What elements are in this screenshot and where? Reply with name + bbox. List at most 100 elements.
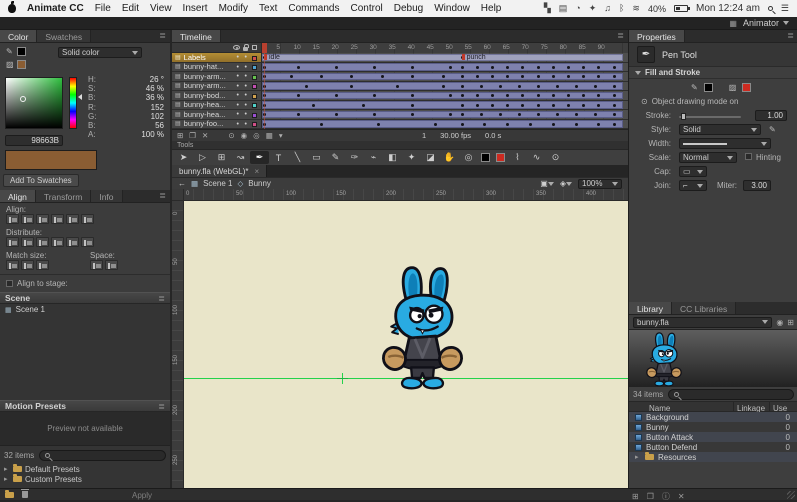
preset-folder-row[interactable]: ▸Custom Presets: [0, 474, 170, 484]
item-properties-button[interactable]: ⓘ: [662, 491, 670, 502]
text-tool[interactable]: T: [269, 151, 288, 164]
layer-row[interactable]: ▤bunny-hat...••: [172, 63, 628, 73]
layer-lock-dot[interactable]: •: [245, 73, 247, 80]
tab-swatches[interactable]: Swatches: [37, 30, 91, 42]
layer-frames[interactable]: idlepunch: [262, 53, 628, 62]
layer-outline-color[interactable]: [252, 56, 257, 61]
layer-row[interactable]: ▤bunny-hea...••: [172, 101, 628, 111]
add-to-swatches-button[interactable]: Add To Swatches: [3, 174, 79, 187]
column-divider[interactable]: [769, 402, 770, 411]
edit-symbols-button[interactable]: ◈: [560, 179, 572, 188]
line-tool[interactable]: ╲: [288, 151, 307, 164]
bunny-character[interactable]: [375, 265, 470, 392]
width-profile-select[interactable]: [679, 138, 771, 149]
pin-library-icon[interactable]: ◉: [776, 318, 783, 327]
hinting-checkbox[interactable]: [745, 153, 752, 160]
gradient-cursor[interactable]: [20, 96, 26, 102]
breadcrumb-scene[interactable]: Scene 1: [203, 179, 232, 188]
delete-layer-button[interactable]: ✕: [202, 131, 208, 140]
object-drawing-icon[interactable]: ⊙: [641, 97, 648, 106]
layer-row[interactable]: ▤Labels••idlepunch: [172, 53, 628, 63]
layer-outline-color[interactable]: [252, 113, 257, 118]
layer-frames[interactable]: [262, 72, 628, 81]
color-value-field[interactable]: 46 %: [146, 84, 164, 93]
layer-outline-color[interactable]: [252, 94, 257, 99]
scale-select[interactable]: Normal: [679, 152, 737, 163]
brush-tool[interactable]: ✑: [345, 151, 364, 164]
paint-bucket-tool[interactable]: ◧: [383, 151, 402, 164]
keyboard-icon[interactable]: ✦: [589, 3, 597, 14]
library-column-headers[interactable]: Name Linkage Use Co: [629, 401, 797, 412]
layer-frames[interactable]: [262, 110, 628, 119]
layer-row[interactable]: ▤bunny-arm...••: [172, 72, 628, 82]
layer-visibility-dot[interactable]: •: [237, 102, 239, 109]
layer-visibility-dot[interactable]: •: [237, 54, 239, 61]
column-divider[interactable]: [733, 402, 734, 411]
panel-menu-icon[interactable]: ≣: [783, 30, 797, 42]
library-item-row[interactable]: Bunny0: [629, 422, 797, 432]
lasso-tool[interactable]: ↝: [231, 151, 250, 164]
miter-value-input[interactable]: 3.00: [743, 180, 771, 191]
rectangle-tool[interactable]: ▭: [307, 151, 326, 164]
panel-menu-icon[interactable]: ≣: [158, 402, 165, 411]
align-button-0[interactable]: [6, 214, 19, 224]
layer-row[interactable]: ▤bunny-bod...••: [172, 91, 628, 101]
edit-multiple-frames-button[interactable]: ▦: [266, 131, 273, 140]
menu-text[interactable]: Text: [259, 3, 277, 14]
tab-info[interactable]: Info: [91, 190, 122, 202]
workspace-switcher[interactable]: Animator: [743, 18, 789, 28]
layer-visibility-dot[interactable]: •: [237, 92, 239, 99]
close-icon[interactable]: ×: [255, 167, 260, 176]
selection-tool[interactable]: ➤: [174, 151, 193, 164]
align-button-4[interactable]: [66, 214, 79, 224]
new-folder-button[interactable]: ❐: [189, 131, 196, 140]
library-item-row[interactable]: Button Defend0: [629, 442, 797, 452]
fill-color-chip[interactable]: [496, 153, 505, 162]
tab-align[interactable]: Align: [0, 190, 36, 202]
object-drawing-option[interactable]: ⊙: [546, 151, 565, 164]
distribute-button-4[interactable]: [66, 237, 79, 247]
edit-scene-button[interactable]: ▣: [540, 179, 554, 188]
snap-to-objects-option[interactable]: ⌇: [508, 151, 527, 164]
join-select[interactable]: ⌐: [679, 180, 707, 191]
align-button-2[interactable]: [36, 214, 49, 224]
vertical-ruler[interactable]: 050100150200250: [172, 201, 184, 488]
distribute-button-1[interactable]: [21, 237, 34, 247]
color-gradient-picker[interactable]: [5, 77, 63, 129]
scene-list-item[interactable]: ▦Scene 1: [0, 304, 170, 315]
new-library-panel-icon[interactable]: ⊞: [787, 318, 794, 327]
menu-modify[interactable]: Modify: [219, 3, 248, 14]
library-item-row[interactable]: Background0: [629, 412, 797, 422]
modify-markers-button[interactable]: ▾: [279, 131, 283, 140]
zoom-tool[interactable]: ◎: [459, 151, 478, 164]
center-frame-button[interactable]: ⊙: [228, 131, 234, 140]
layer-name-cell[interactable]: ▤bunny-hat...••: [172, 63, 262, 72]
layer-row[interactable]: ▤bunny-arm...••: [172, 82, 628, 92]
align-button-3[interactable]: [51, 214, 64, 224]
volume-icon[interactable]: ♫: [604, 3, 611, 14]
expander-icon[interactable]: ▸: [4, 465, 10, 473]
color-value-field[interactable]: 26 °: [150, 75, 164, 84]
color-value-field[interactable]: 36 %: [146, 93, 164, 102]
menu-app-name[interactable]: Animate CC: [27, 3, 84, 14]
menu-view[interactable]: View: [150, 3, 172, 14]
library-document-select[interactable]: bunny.fla: [633, 317, 772, 328]
layer-frames[interactable]: [262, 63, 628, 72]
color-value-field[interactable]: 152: [151, 103, 164, 112]
panel-menu-icon[interactable]: ≣: [613, 30, 628, 42]
hue-slider-marker[interactable]: [78, 94, 82, 100]
tab-timeline[interactable]: Timeline: [172, 30, 221, 42]
bone-tool[interactable]: ⌁: [364, 151, 383, 164]
stroke-slider-knob[interactable]: [681, 113, 686, 120]
playhead[interactable]: [262, 43, 267, 53]
hex-color-input[interactable]: 98663B: [5, 135, 63, 146]
menu-insert[interactable]: Insert: [183, 3, 208, 14]
frame-rate[interactable]: 30.00 fps: [440, 131, 471, 140]
smooth-option[interactable]: ∿: [527, 151, 546, 164]
layer-frames[interactable]: [262, 91, 628, 100]
preset-folder-row[interactable]: ▸Default Presets: [0, 464, 170, 474]
new-layer-button[interactable]: ⊞: [177, 131, 183, 140]
layer-name-cell[interactable]: ▤bunny-arm...••: [172, 72, 262, 81]
toolbar-fill-color-chip[interactable]: [493, 151, 508, 164]
show-hide-all-icon[interactable]: [233, 45, 240, 50]
